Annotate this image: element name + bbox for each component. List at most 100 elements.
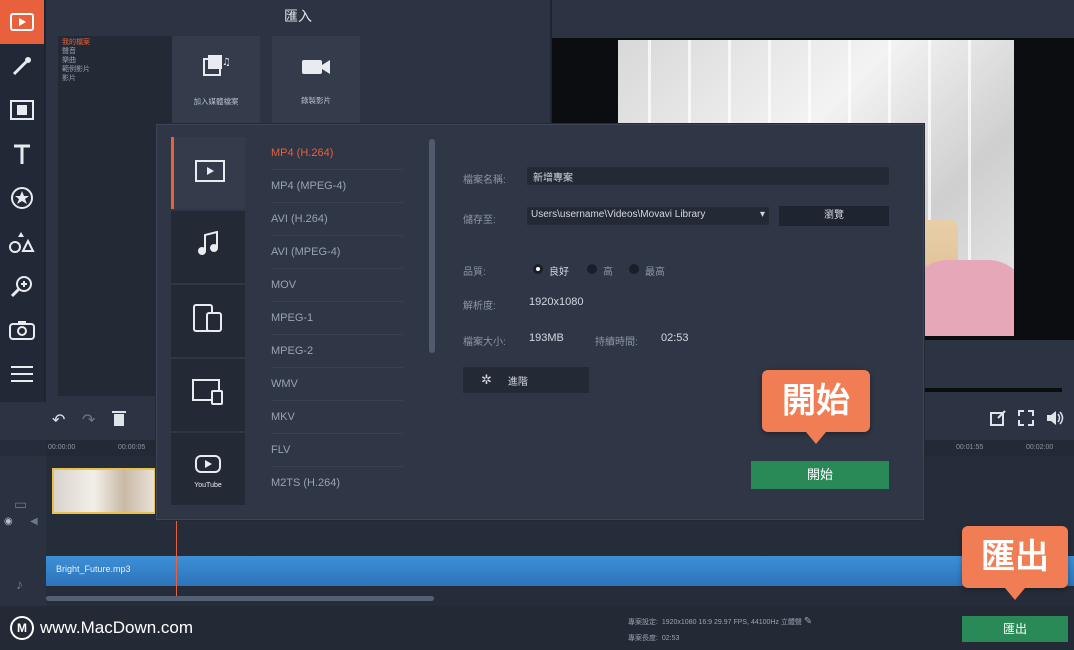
youtube-icon [195, 449, 221, 480]
record-video-button[interactable]: 錄製影片 [272, 36, 360, 124]
filesize-value: 193MB [529, 332, 564, 344]
import-tool-icon[interactable] [0, 0, 44, 44]
filmstrip-icon[interactable] [0, 88, 44, 132]
export-dialog: YouTube MP4 (H.264) MP4 (MPEG-4) AVI (H.… [156, 124, 924, 520]
music-note-icon [197, 230, 219, 264]
import-panel-title: 匯入 [284, 8, 312, 24]
export-frame-icon[interactable] [990, 410, 1006, 431]
project-info: 專案設定: 1920x1080 16:9 29.97 FPS, 44100Hz … [628, 614, 812, 647]
duration-label: 持續時間: [595, 337, 638, 348]
video-file-icon [194, 158, 225, 189]
ruler-tick-label: 00:02:00 [1026, 444, 1054, 451]
export-callout-text: 匯出 [981, 538, 1049, 576]
resolution-value: 1920x1080 [529, 296, 584, 308]
quality-option-highest: 最高 [645, 267, 665, 278]
player-header [552, 0, 1074, 38]
project-settings-label: 專案設定: [628, 619, 658, 626]
tab-video[interactable] [171, 137, 245, 209]
redo-icon[interactable]: ↷ [82, 410, 95, 430]
tv-icon [192, 378, 224, 412]
quality-option-good: 良好 [549, 267, 569, 278]
tab-tv[interactable] [171, 359, 245, 431]
duration-value: 02:53 [661, 332, 689, 344]
format-item-mpeg1[interactable]: MPEG-1 [271, 302, 403, 335]
advanced-settings-label: 進階 [507, 376, 528, 388]
project-length-value: 02:53 [661, 635, 680, 642]
timeline-scrollbar[interactable] [46, 596, 434, 601]
format-item-mkv[interactable]: MKV [271, 401, 403, 434]
format-list: MP4 (H.264) MP4 (MPEG-4) AVI (H.264) AVI… [267, 137, 407, 507]
sticker-star-icon[interactable] [0, 176, 44, 220]
edit-pencil-icon[interactable]: ✎ [804, 616, 812, 627]
format-item-mov[interactable]: MOV [271, 269, 403, 302]
filename-label: 檔案名稱: [463, 175, 506, 186]
browse-button[interactable]: 瀏覽 [779, 206, 889, 226]
video-track-icon: ▭ [14, 496, 28, 512]
add-media-label: 加入媒體檔案 [193, 97, 239, 106]
svg-text:♫: ♫ [222, 57, 230, 68]
save-to-label: 儲存至: [463, 215, 496, 226]
format-item-avi-mpeg4[interactable]: AVI (MPEG-4) [271, 236, 403, 269]
format-item-m2ts[interactable]: M2TS (H.264) [271, 467, 403, 500]
filename-input[interactable]: 新增專案 [527, 167, 889, 185]
format-item-mp4-mpeg4[interactable]: MP4 (MPEG-4) [271, 170, 403, 203]
menu-list-icon[interactable] [0, 352, 44, 396]
format-list-scrollbar[interactable] [429, 139, 435, 353]
text-tool-icon[interactable] [0, 132, 44, 176]
dropdown-arrow-icon: ▾ [759, 209, 765, 220]
format-item-mp4-h264[interactable]: MP4 (H.264) [271, 137, 403, 170]
export-callout: 匯出 [962, 526, 1068, 600]
export-button[interactable]: 匯出 [962, 616, 1068, 642]
save-path-value: Users\username\Videos\Movavi Library [531, 209, 706, 220]
project-length-label: 專案長度: [628, 635, 658, 642]
video-camera-icon [301, 55, 331, 83]
quality-label: 品質: [463, 267, 486, 278]
ruler-tick-label: 00:00:00 [48, 444, 76, 451]
visibility-eye-icon[interactable]: ◉ [4, 516, 13, 527]
start-callout: 開始 [762, 370, 870, 444]
site-watermark: M www.MacDown.com [10, 616, 193, 640]
quality-radio-highest[interactable] [629, 264, 639, 274]
devices-icon [193, 303, 223, 339]
macdown-logo: M [10, 616, 34, 640]
volume-icon[interactable] [1046, 410, 1064, 431]
tab-devices[interactable] [171, 285, 245, 357]
tab-audio[interactable] [171, 211, 245, 283]
undo-icon[interactable]: ↶ [52, 410, 65, 430]
tool-sidebar [0, 0, 44, 402]
quality-radio-good[interactable] [533, 264, 543, 274]
quality-radio-high[interactable] [587, 264, 597, 274]
gear-icon: ✲ [481, 372, 492, 387]
format-item-mpeg2[interactable]: MPEG-2 [271, 335, 403, 368]
youtube-label: YouTube [194, 482, 222, 489]
add-media-button[interactable]: ♫ 加入媒體檔案 [172, 36, 260, 124]
audio-clip-name: Bright_Future.mp3 [56, 564, 131, 574]
project-settings-value: 1920x1080 16:9 29.97 FPS, 44100Hz 立體聲 [661, 619, 802, 626]
audio-track-icon: ♪ [16, 576, 23, 592]
add-media-icon: ♫ [202, 53, 231, 84]
advanced-settings-button[interactable]: ✲ 進階 [463, 367, 589, 393]
start-callout-text: 開始 [782, 382, 850, 420]
zoom-in-icon[interactable] [0, 264, 44, 308]
format-category-tabs: YouTube [171, 137, 245, 507]
start-export-button[interactable]: 開始 [751, 461, 889, 489]
ruler-tick-label: 00:00:05 [118, 444, 146, 451]
record-video-label: 錄製影片 [301, 95, 331, 105]
format-item-avi-h264[interactable]: AVI (H.264) [271, 203, 403, 236]
track-mute-icon[interactable]: ◀ [30, 516, 38, 527]
quality-option-high: 高 [603, 267, 613, 278]
audio-clip[interactable]: Bright_Future.mp3 [46, 556, 1074, 586]
format-item-flv[interactable]: FLV [271, 434, 403, 467]
filesize-label: 檔案大小: [463, 337, 506, 348]
save-path-select[interactable]: Users\username\Videos\Movavi Library ▾ [527, 207, 769, 225]
resolution-label: 解析度: [463, 301, 496, 312]
camera-icon[interactable] [0, 308, 44, 352]
shapes-transition-icon[interactable] [0, 220, 44, 264]
trash-icon[interactable] [112, 410, 126, 431]
fullscreen-icon[interactable] [1018, 410, 1034, 431]
tab-youtube[interactable]: YouTube [171, 433, 245, 505]
format-item-wmv[interactable]: WMV [271, 368, 403, 401]
magic-wand-icon[interactable] [0, 44, 44, 88]
video-clip-thumbnail[interactable] [52, 468, 156, 514]
watermark-text: www.MacDown.com [40, 618, 194, 637]
